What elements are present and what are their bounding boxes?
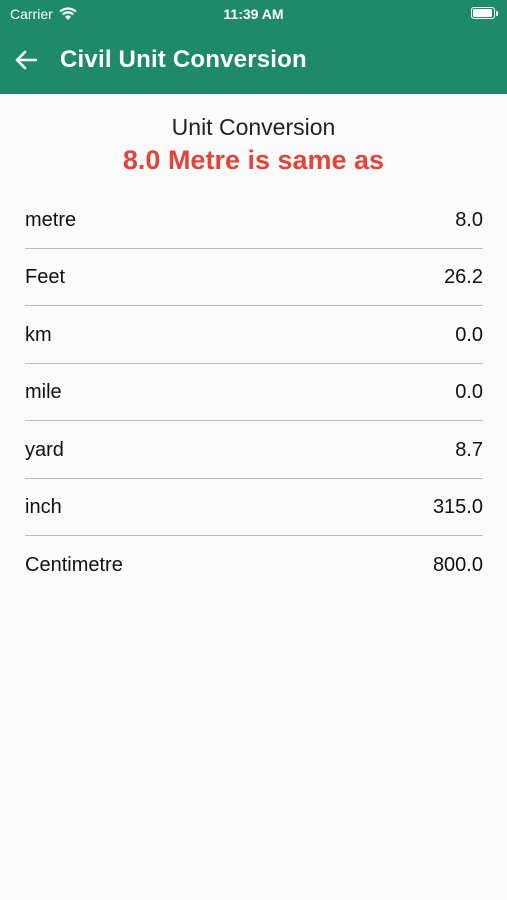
list-item: yard 8.7 [25, 421, 483, 479]
unit-label: Centimetre [25, 554, 123, 577]
unit-label: Feet [25, 266, 66, 289]
battery-fill [473, 9, 492, 17]
conversion-list: metre 8.0 Feet 26.2 km 0.0 mile 0.0 yard… [25, 191, 483, 594]
list-item: Feet 26.2 [25, 249, 483, 306]
unit-value: 315.0 [432, 496, 483, 519]
main-content: Unit Conversion 8.0 Metre is same as [0, 94, 507, 176]
list-item: mile 0.0 [25, 364, 483, 421]
battery-icon [471, 7, 498, 19]
list-item: inch 315.0 [25, 479, 483, 536]
list-item: km 0.0 [25, 306, 483, 364]
unit-label: metre [25, 208, 77, 231]
unit-label: yard [25, 438, 64, 461]
status-bar: Carrier 11:39 AM [0, 0, 507, 28]
list-item: metre 8.0 [25, 191, 483, 249]
page-title: Civil Unit Conversion [60, 46, 307, 73]
unit-value: 0.0 [455, 323, 483, 346]
app-bar: Civil Unit Conversion [0, 40, 507, 80]
status-time: 11:39 AM [223, 6, 284, 22]
unit-label: mile [25, 381, 62, 404]
app-header: Carrier 11:39 AM Civil Unit Conversion [0, 0, 507, 94]
unit-label: km [25, 323, 52, 346]
arrow-left-icon[interactable] [12, 46, 40, 74]
conversion-headline: 8.0 Metre is same as [122, 145, 385, 175]
unit-label: inch [25, 496, 62, 519]
unit-value: 0.0 [455, 381, 483, 404]
unit-value: 800.0 [432, 554, 483, 577]
unit-value: 8.0 [455, 208, 483, 231]
unit-value: 8.7 [455, 438, 483, 461]
list-item: Centimetre 800.0 [25, 536, 483, 594]
unit-value: 26.2 [444, 266, 483, 289]
section-subtitle: Unit Conversion [171, 114, 336, 140]
